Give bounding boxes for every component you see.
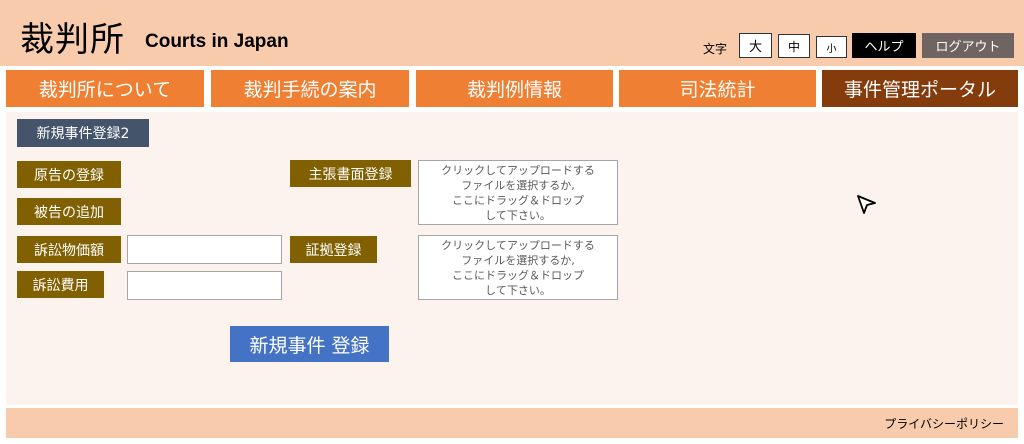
brief-upload-label: 主張書面登録 xyxy=(290,160,411,187)
dropzone-text: ファイルを選択するか, xyxy=(461,254,575,267)
evidence-dropzone[interactable]: クリックしてアップロードする ファイルを選択するか, ここにドラッグ＆ドロップ … xyxy=(418,235,618,300)
nav-item-procedure-guide[interactable]: 裁判手続の案内 xyxy=(211,70,409,107)
dropzone-text: ここにドラッグ＆ドロップ xyxy=(452,269,584,282)
font-size-medium-button[interactable]: 中 xyxy=(778,34,810,58)
site-footer: プライバシーポリシー xyxy=(6,408,1018,438)
dropzone-text: ここにドラッグ＆ドロップ xyxy=(452,194,584,207)
font-size-small-button[interactable]: 小 xyxy=(816,36,847,58)
help-button[interactable]: ヘルプ xyxy=(852,33,916,58)
register-new-case-button[interactable]: 新規事件 登録 xyxy=(230,326,389,362)
claim-value-label: 訴訟物価額 xyxy=(17,236,121,263)
nav-item-judicial-statistics[interactable]: 司法統計 xyxy=(619,70,816,107)
claim-value-input[interactable] xyxy=(127,235,282,264)
add-defendant-button[interactable]: 被告の追加 xyxy=(17,198,121,225)
evidence-upload-label: 証拠登録 xyxy=(290,236,377,263)
brief-dropzone[interactable]: クリックしてアップロードする ファイルを選択するか, ここにドラッグ＆ドロップ … xyxy=(418,160,618,225)
court-cost-label: 訴訟費用 xyxy=(17,271,104,298)
font-size-label: 文字 xyxy=(703,42,728,56)
logout-button[interactable]: ログアウト xyxy=(922,33,1014,58)
site-logo[interactable]: 裁判所 xyxy=(20,12,125,61)
court-cost-input[interactable] xyxy=(127,271,282,300)
site-logo-english: Courts in Japan xyxy=(145,31,289,52)
nav-item-case-management-portal[interactable]: 事件管理ポータル xyxy=(822,70,1018,107)
dropzone-text: クリックしてアップロードする xyxy=(441,164,595,177)
dropzone-text: クリックしてアップロードする xyxy=(441,239,595,252)
nav-item-case-law[interactable]: 裁判例情報 xyxy=(416,70,613,107)
dropzone-text: して下さい。 xyxy=(485,209,551,222)
font-size-large-button[interactable]: 大 xyxy=(739,33,772,58)
dropzone-text: して下さい。 xyxy=(485,284,551,297)
page-title: 新規事件登録2 xyxy=(17,119,149,147)
dropzone-text: ファイルを選択するか, xyxy=(461,179,575,192)
privacy-policy-link[interactable]: プライバシーポリシー xyxy=(884,415,1004,432)
mouse-cursor-icon xyxy=(857,195,876,214)
site-header: 裁判所 Courts in Japan 文字 大 中 小 ヘルプ ログアウト xyxy=(0,0,1024,66)
register-plaintiff-button[interactable]: 原告の登録 xyxy=(17,161,121,188)
nav-item-about-courts[interactable]: 裁判所について xyxy=(6,70,204,107)
